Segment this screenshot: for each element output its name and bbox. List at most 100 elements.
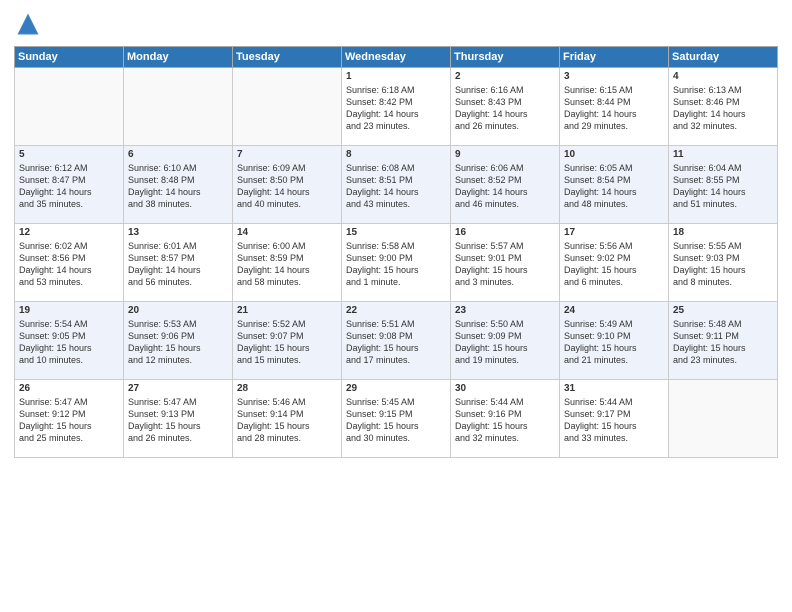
calendar-cell: 17 Sunrise: 5:56 AM Sunset: 9:02 PM Dayli… — [560, 224, 669, 302]
day-info: Sunrise: 5:57 AM Sunset: 9:01 PM Dayligh… — [455, 240, 555, 289]
day-number: 28 — [237, 383, 337, 394]
calendar-cell: 21 Sunrise: 5:52 AM Sunset: 9:07 PM Dayli… — [233, 302, 342, 380]
weekday-header: Monday — [124, 47, 233, 68]
day-number: 8 — [346, 149, 446, 160]
day-info: Sunrise: 6:00 AM Sunset: 8:59 PM Dayligh… — [237, 240, 337, 289]
day-number: 23 — [455, 305, 555, 316]
day-info: Sunrise: 6:06 AM Sunset: 8:52 PM Dayligh… — [455, 162, 555, 211]
day-number: 25 — [673, 305, 773, 316]
calendar-cell: 5Sunrise: 6:12 AM Sunset: 8:47 PM Daylig… — [15, 146, 124, 224]
calendar-cell: 20 Sunrise: 5:53 AM Sunset: 9:06 PM Dayli… — [124, 302, 233, 380]
day-info: Sunrise: 5:49 AM Sunset: 9:10 PM Dayligh… — [564, 318, 664, 367]
weekday-header: Tuesday — [233, 47, 342, 68]
day-info: Sunrise: 6:10 AM Sunset: 8:48 PM Dayligh… — [128, 162, 228, 211]
day-number: 16 — [455, 227, 555, 238]
day-info: Sunrise: 6:01 AM Sunset: 8:57 PM Dayligh… — [128, 240, 228, 289]
day-number: 14 — [237, 227, 337, 238]
day-info: Sunrise: 6:12 AM Sunset: 8:47 PM Dayligh… — [19, 162, 119, 211]
calendar-cell: 4 Sunrise: 6:13 AM Sunset: 8:46 PM Daylig… — [669, 68, 778, 146]
calendar-cell — [669, 380, 778, 458]
day-info: Sunrise: 5:45 AM Sunset: 9:15 PM Dayligh… — [346, 396, 446, 445]
day-number: 9 — [455, 149, 555, 160]
calendar-cell: 1 Sunrise: 6:18 AM Sunset: 8:42 PM Daylig… — [342, 68, 451, 146]
calendar-cell: 10 Sunrise: 6:05 AM Sunset: 8:54 PM Dayli… — [560, 146, 669, 224]
day-info: Sunrise: 5:44 AM Sunset: 9:16 PM Dayligh… — [455, 396, 555, 445]
day-number: 10 — [564, 149, 664, 160]
calendar-cell: 14 Sunrise: 6:00 AM Sunset: 8:59 PM Dayli… — [233, 224, 342, 302]
day-info: Sunrise: 6:16 AM Sunset: 8:43 PM Dayligh… — [455, 84, 555, 133]
day-info: Sunrise: 5:50 AM Sunset: 9:09 PM Dayligh… — [455, 318, 555, 367]
day-info: Sunrise: 5:54 AM Sunset: 9:05 PM Dayligh… — [19, 318, 119, 367]
calendar-cell: 2Sunrise: 6:16 AM Sunset: 8:43 PM Daylig… — [451, 68, 560, 146]
day-number: 21 — [237, 305, 337, 316]
weekday-header: Wednesday — [342, 47, 451, 68]
day-info: Sunrise: 5:51 AM Sunset: 9:08 PM Dayligh… — [346, 318, 446, 367]
calendar-cell: 24 Sunrise: 5:49 AM Sunset: 9:10 PM Dayli… — [560, 302, 669, 380]
calendar-cell: 30Sunrise: 5:44 AM Sunset: 9:16 PM Dayli… — [451, 380, 560, 458]
logo-icon — [14, 10, 42, 38]
calendar-cell: 16 Sunrise: 5:57 AM Sunset: 9:01 PM Dayli… — [451, 224, 560, 302]
calendar-cell: 8 Sunrise: 6:08 AM Sunset: 8:51 PM Daylig… — [342, 146, 451, 224]
header — [14, 10, 778, 38]
calendar-week-row: 26 Sunrise: 5:47 AM Sunset: 9:12 PM Dayli… — [15, 380, 778, 458]
calendar-cell: 11Sunrise: 6:04 AM Sunset: 8:55 PM Dayli… — [669, 146, 778, 224]
logo — [14, 10, 46, 38]
calendar-cell: 9 Sunrise: 6:06 AM Sunset: 8:52 PM Daylig… — [451, 146, 560, 224]
day-number: 4 — [673, 71, 773, 82]
day-info: Sunrise: 5:58 AM Sunset: 9:00 PM Dayligh… — [346, 240, 446, 289]
calendar-header-row: SundayMondayTuesdayWednesdayThursdayFrid… — [15, 47, 778, 68]
calendar-cell: 23 Sunrise: 5:50 AM Sunset: 9:09 PM Dayli… — [451, 302, 560, 380]
day-info: Sunrise: 5:47 AM Sunset: 9:13 PM Dayligh… — [128, 396, 228, 445]
day-number: 31 — [564, 383, 664, 394]
day-number: 29 — [346, 383, 446, 394]
day-info: Sunrise: 5:56 AM Sunset: 9:02 PM Dayligh… — [564, 240, 664, 289]
day-info: Sunrise: 6:04 AM Sunset: 8:55 PM Dayligh… — [673, 162, 773, 211]
day-number: 1 — [346, 71, 446, 82]
calendar-cell — [233, 68, 342, 146]
calendar-cell: 13 Sunrise: 6:01 AM Sunset: 8:57 PM Dayli… — [124, 224, 233, 302]
calendar-cell: 6 Sunrise: 6:10 AM Sunset: 8:48 PM Daylig… — [124, 146, 233, 224]
day-info: Sunrise: 6:02 AM Sunset: 8:56 PM Dayligh… — [19, 240, 119, 289]
day-number: 6 — [128, 149, 228, 160]
weekday-header: Thursday — [451, 47, 560, 68]
calendar-cell: 26 Sunrise: 5:47 AM Sunset: 9:12 PM Dayli… — [15, 380, 124, 458]
day-number: 17 — [564, 227, 664, 238]
calendar-cell — [124, 68, 233, 146]
day-number: 18 — [673, 227, 773, 238]
calendar-cell: 31 Sunrise: 5:44 AM Sunset: 9:17 PM Dayli… — [560, 380, 669, 458]
calendar-cell: 12 Sunrise: 6:02 AM Sunset: 8:56 PM Dayli… — [15, 224, 124, 302]
day-info: Sunrise: 6:05 AM Sunset: 8:54 PM Dayligh… — [564, 162, 664, 211]
day-info: Sunrise: 6:13 AM Sunset: 8:46 PM Dayligh… — [673, 84, 773, 133]
day-info: Sunrise: 6:09 AM Sunset: 8:50 PM Dayligh… — [237, 162, 337, 211]
day-number: 12 — [19, 227, 119, 238]
day-info: Sunrise: 5:48 AM Sunset: 9:11 PM Dayligh… — [673, 318, 773, 367]
day-number: 20 — [128, 305, 228, 316]
calendar-cell — [15, 68, 124, 146]
day-info: Sunrise: 5:52 AM Sunset: 9:07 PM Dayligh… — [237, 318, 337, 367]
day-number: 15 — [346, 227, 446, 238]
calendar-week-row: 5Sunrise: 6:12 AM Sunset: 8:47 PM Daylig… — [15, 146, 778, 224]
day-number: 7 — [237, 149, 337, 160]
calendar-cell: 19Sunrise: 5:54 AM Sunset: 9:05 PM Dayli… — [15, 302, 124, 380]
day-number: 13 — [128, 227, 228, 238]
calendar-week-row: 1 Sunrise: 6:18 AM Sunset: 8:42 PM Daylig… — [15, 68, 778, 146]
weekday-header: Sunday — [15, 47, 124, 68]
day-info: Sunrise: 5:47 AM Sunset: 9:12 PM Dayligh… — [19, 396, 119, 445]
calendar-cell: 15 Sunrise: 5:58 AM Sunset: 9:00 PM Dayli… — [342, 224, 451, 302]
calendar-week-row: 12 Sunrise: 6:02 AM Sunset: 8:56 PM Dayli… — [15, 224, 778, 302]
day-number: 3 — [564, 71, 664, 82]
day-number: 24 — [564, 305, 664, 316]
day-info: Sunrise: 6:15 AM Sunset: 8:44 PM Dayligh… — [564, 84, 664, 133]
day-info: Sunrise: 5:44 AM Sunset: 9:17 PM Dayligh… — [564, 396, 664, 445]
day-info: Sunrise: 6:18 AM Sunset: 8:42 PM Dayligh… — [346, 84, 446, 133]
day-info: Sunrise: 6:08 AM Sunset: 8:51 PM Dayligh… — [346, 162, 446, 211]
calendar-cell: 22Sunrise: 5:51 AM Sunset: 9:08 PM Dayli… — [342, 302, 451, 380]
day-info: Sunrise: 5:46 AM Sunset: 9:14 PM Dayligh… — [237, 396, 337, 445]
calendar-cell: 28 Sunrise: 5:46 AM Sunset: 9:14 PM Dayli… — [233, 380, 342, 458]
day-info: Sunrise: 5:55 AM Sunset: 9:03 PM Dayligh… — [673, 240, 773, 289]
calendar-cell: 27Sunrise: 5:47 AM Sunset: 9:13 PM Dayli… — [124, 380, 233, 458]
calendar-cell: 18 Sunrise: 5:55 AM Sunset: 9:03 PM Dayli… — [669, 224, 778, 302]
calendar-cell: 25 Sunrise: 5:48 AM Sunset: 9:11 PM Dayli… — [669, 302, 778, 380]
day-info: Sunrise: 5:53 AM Sunset: 9:06 PM Dayligh… — [128, 318, 228, 367]
day-number: 26 — [19, 383, 119, 394]
